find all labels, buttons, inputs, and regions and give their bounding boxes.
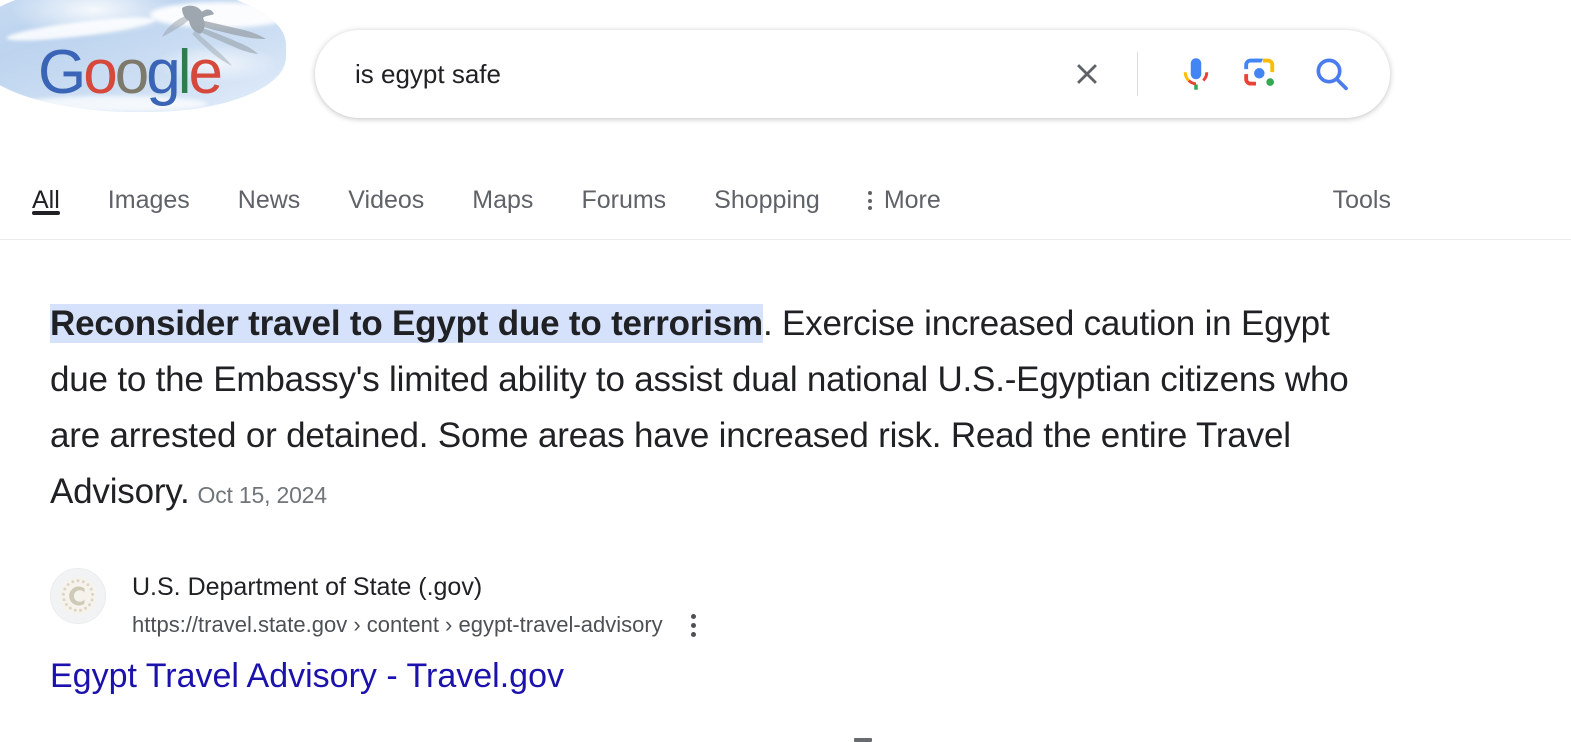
tab-videos[interactable]: Videos <box>348 148 424 215</box>
result-breadcrumb-url[interactable]: https://travel.state.gov › content › egy… <box>132 610 663 640</box>
search-submit-button[interactable] <box>1308 50 1356 98</box>
tab-shopping[interactable]: Shopping <box>714 148 820 215</box>
more-filters-button[interactable]: More <box>867 148 941 215</box>
result-url-row: https://travel.state.gov › content › egy… <box>132 610 696 640</box>
featured-snippet: Reconsider travel to Egypt due to terror… <box>50 296 1380 523</box>
result-source-row: U.S. Department of State (.gov) https://… <box>50 568 696 640</box>
featured-snippet-date: Oct 15, 2024 <box>197 482 328 508</box>
tab-images[interactable]: Images <box>108 148 190 215</box>
google-lens-button[interactable] <box>1236 50 1284 98</box>
close-icon <box>1077 64 1097 84</box>
result-source-meta: U.S. Department of State (.gov) https://… <box>132 568 696 640</box>
result-site-name: U.S. Department of State (.gov) <box>132 573 483 601</box>
clear-search-button[interactable] <box>1061 48 1113 100</box>
result-title-link[interactable]: Egypt Travel Advisory - Travel.gov <box>50 652 564 700</box>
google-doodle-logo[interactable]: Google <box>0 0 288 120</box>
tab-all[interactable]: All <box>32 148 60 215</box>
search-bar-actions <box>1061 30 1390 118</box>
below-fold-content-edge <box>854 738 872 742</box>
page-header: Google is egypt safe <box>0 0 1571 148</box>
google-search-results-page: Google is egypt safe All Images News Vid… <box>0 0 1571 742</box>
tab-news[interactable]: News <box>238 148 301 215</box>
featured-snippet-highlight: Reconsider travel to Egypt due to terror… <box>50 304 763 343</box>
state-department-seal-icon <box>59 577 97 615</box>
more-vert-icon <box>867 191 872 210</box>
about-this-result-button[interactable] <box>690 613 696 637</box>
tab-maps[interactable]: Maps <box>472 148 533 215</box>
search-bar[interactable]: is egypt safe <box>315 30 1390 118</box>
favicon <box>50 568 106 624</box>
voice-search-button[interactable] <box>1172 50 1220 98</box>
search-tabs-bar: All Images News Videos Maps Forums Shopp… <box>0 148 1571 240</box>
featured-snippet-text: Reconsider travel to Egypt due to terror… <box>50 296 1380 523</box>
tools-button[interactable]: Tools <box>1333 148 1391 215</box>
google-wordmark: Google <box>38 38 223 107</box>
search-divider <box>1137 52 1138 96</box>
search-icon <box>1316 58 1348 91</box>
tab-forums[interactable]: Forums <box>581 148 666 215</box>
microphone-icon <box>1183 58 1209 90</box>
more-label: More <box>883 186 941 214</box>
search-input[interactable]: is egypt safe <box>315 59 1061 90</box>
search-tabs: All Images News Videos Maps Forums Shopp… <box>32 148 989 240</box>
lens-camera-icon <box>1244 58 1275 86</box>
